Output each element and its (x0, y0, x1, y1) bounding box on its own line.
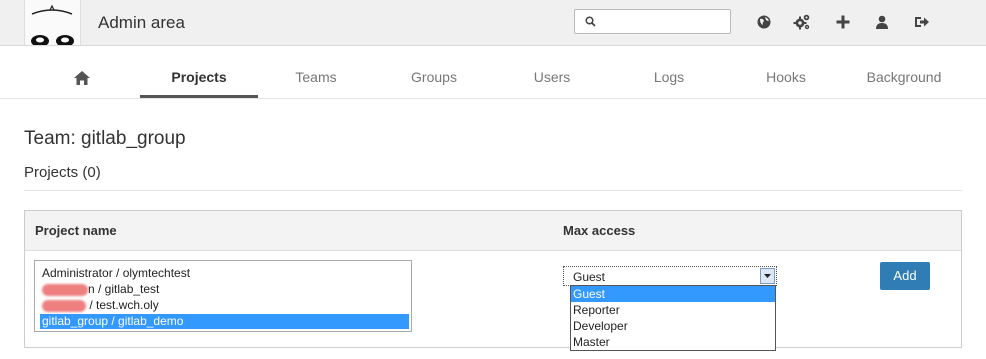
access-option-reporter[interactable]: Reporter (571, 302, 775, 318)
access-option-master[interactable]: Master (571, 334, 775, 350)
project-option[interactable]: n / gitlab_test (42, 282, 159, 297)
project-multiselect[interactable]: Administrator / olymtechtest n / gitlab_… (34, 260, 412, 332)
table-header: Project name Max access (25, 211, 961, 251)
tab-projects[interactable]: Projects (140, 46, 258, 98)
search-icon (585, 16, 596, 27)
max-access-dropdown-list: Guest Reporter Developer Master (570, 285, 776, 351)
plus-icon[interactable] (834, 13, 852, 31)
tab-groups[interactable]: Groups (394, 46, 474, 98)
access-option-developer[interactable]: Developer (571, 318, 775, 334)
divider (24, 190, 962, 191)
dropdown-arrow-icon[interactable] (760, 268, 775, 284)
logo[interactable] (24, 0, 81, 45)
access-option-guest[interactable]: Guest (571, 286, 775, 302)
home-icon (74, 71, 90, 85)
tab-hooks[interactable]: Hooks (746, 46, 826, 98)
search-input[interactable] (601, 12, 730, 33)
app-title: Admin area (98, 13, 185, 32)
tab-background[interactable]: Background (858, 46, 950, 98)
gears-icon[interactable] (793, 13, 811, 31)
projects-heading: Projects (0) (24, 164, 101, 181)
column-header-access: Max access (563, 223, 636, 238)
add-button[interactable]: Add (880, 262, 930, 290)
globe-icon[interactable] (755, 13, 773, 31)
tab-teams[interactable]: Teams (276, 46, 356, 98)
main-nav: Projects Teams Groups Users Logs Hooks B… (0, 46, 986, 99)
column-header-project: Project name (35, 223, 117, 238)
project-option[interactable]: Administrator / olymtechtest (42, 266, 190, 281)
tab-home[interactable] (60, 46, 104, 98)
search-box[interactable] (574, 9, 731, 34)
redacted-mark (42, 283, 88, 296)
sign-out-icon[interactable] (913, 13, 931, 31)
tab-users[interactable]: Users (512, 46, 592, 98)
top-header: Admin area (0, 0, 986, 46)
max-access-select[interactable]: Guest (563, 266, 777, 286)
page-title: Team: gitlab_group (24, 128, 186, 149)
redacted-mark (42, 299, 86, 312)
user-icon[interactable] (873, 13, 891, 31)
max-access-value: Guest (573, 270, 606, 284)
project-option-selected[interactable]: gitlab_group / gitlab_demo (40, 314, 409, 329)
project-option[interactable]: / test.wch.oly (42, 298, 159, 313)
tab-logs[interactable]: Logs (629, 46, 709, 98)
